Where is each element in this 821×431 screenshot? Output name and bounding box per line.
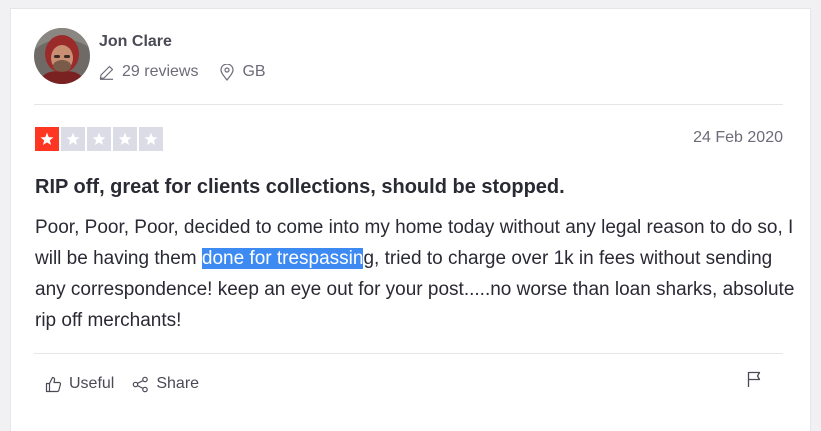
review-title[interactable]: RIP off, great for clients collections, … bbox=[35, 176, 565, 199]
footer-divider bbox=[34, 353, 783, 354]
review-date: 24 Feb 2020 bbox=[693, 129, 783, 146]
share-button[interactable]: Share bbox=[132, 375, 199, 393]
header-divider bbox=[34, 104, 783, 105]
star-empty-icon bbox=[87, 127, 111, 151]
star-rating bbox=[35, 127, 163, 151]
pencil-icon bbox=[99, 65, 114, 80]
thumbs-up-icon bbox=[45, 376, 62, 393]
reviews-count: 29 reviews bbox=[122, 63, 199, 80]
share-icon bbox=[132, 376, 149, 393]
reviewer-meta: 29 reviews GB bbox=[99, 63, 266, 81]
star-filled-icon bbox=[35, 127, 59, 151]
star-empty-icon bbox=[61, 127, 85, 151]
country-code: GB bbox=[242, 63, 266, 80]
share-label: Share bbox=[156, 375, 200, 392]
avatar-photo bbox=[34, 28, 90, 84]
avatar[interactable] bbox=[34, 28, 90, 84]
review-body: Poor, Poor, Poor, decided to come into m… bbox=[35, 212, 795, 336]
reviewer-location: GB bbox=[220, 63, 266, 81]
star-empty-icon bbox=[113, 127, 137, 151]
selected-text: done for trespassin bbox=[201, 248, 364, 269]
review-actions: Useful Share bbox=[45, 375, 217, 393]
reviewer-name[interactable]: Jon Clare bbox=[99, 33, 172, 51]
report-flag-button[interactable] bbox=[746, 371, 762, 393]
useful-button[interactable]: Useful bbox=[45, 375, 114, 393]
star-empty-icon bbox=[139, 127, 163, 151]
useful-label: Useful bbox=[69, 375, 115, 392]
location-pin-icon bbox=[220, 63, 235, 81]
flag-icon bbox=[746, 371, 762, 393]
review-card: Jon Clare 29 reviews GB 24 Feb 2020 RIP … bbox=[10, 8, 811, 431]
